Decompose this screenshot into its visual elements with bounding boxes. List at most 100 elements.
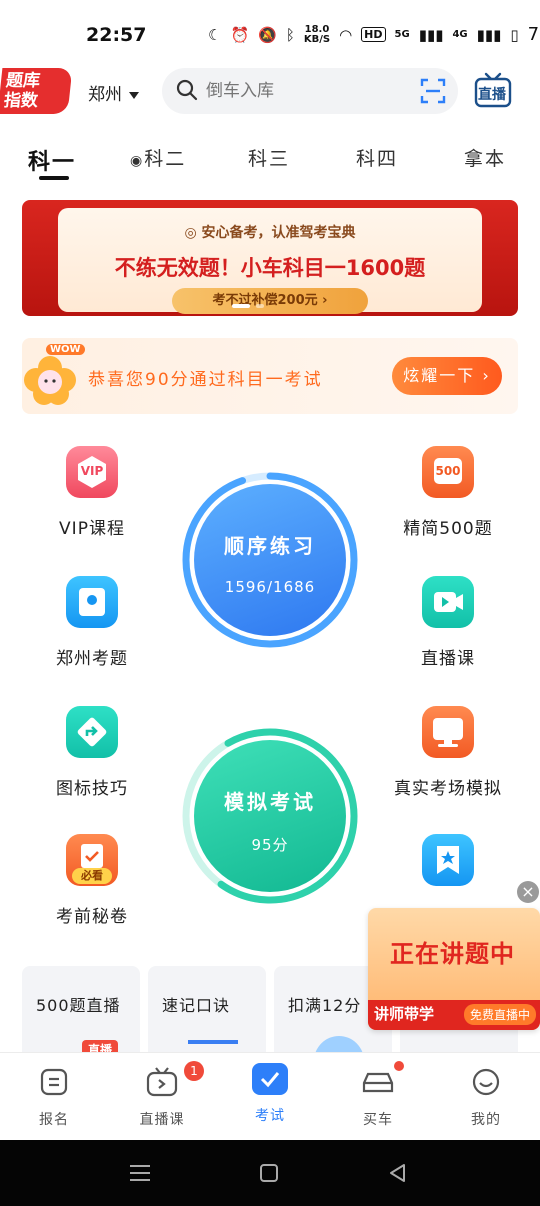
back-icon[interactable] — [388, 1163, 408, 1183]
signal-5g-icon: 5G — [394, 29, 410, 40]
signal-bars-icon: ▮▮▮ — [418, 25, 444, 44]
float-ad-headline: 正在讲题中 — [390, 940, 515, 968]
grid-item-label: VIP课程 — [59, 519, 125, 539]
buy-car-dot — [394, 1061, 404, 1071]
promo-banner[interactable]: ◎ 安心备考，认准驾考宝典 不练无效题！小车科目一1600题 考不过补偿200元… — [22, 200, 518, 316]
tab-get-license[interactable]: 拿本 — [464, 144, 506, 171]
nav-mine[interactable]: 我的 — [441, 1067, 531, 1129]
logo-line-2: 指数 — [2, 91, 40, 111]
nav-buy-car[interactable]: 买车 — [333, 1067, 423, 1129]
bluetooth-icon: ᛒ — [285, 25, 295, 44]
app-screen: 22:57 ☾ ⏰ 🔕 ᛒ 18.0 KB/S ◠ HD 5G ▮▮▮ 4G ▮▮… — [0, 0, 540, 1206]
blue-strip-decor — [188, 1040, 238, 1044]
congrats-text: 恭喜您90分通过科目一考试 — [88, 370, 323, 390]
grid-item-vip-course[interactable]: VIP VIP课程 — [32, 446, 152, 539]
nav-label: 直播课 — [139, 1112, 185, 1128]
live-label: 直播 — [478, 87, 506, 103]
nav-exam[interactable]: 考试 — [225, 1059, 315, 1125]
status-time: 22:57 — [86, 24, 147, 46]
caret-down-icon — [129, 91, 139, 99]
card-mnemonics[interactable]: 速记口诀 — [148, 966, 266, 1062]
mute-bell-icon: 🔕 — [258, 25, 277, 44]
moon-icon: ☾ — [208, 25, 222, 44]
flower-mascot-icon: WOW — [22, 344, 85, 406]
float-ad-right-tag: 免费直播中 — [463, 1004, 536, 1025]
page-dot — [256, 304, 264, 308]
question-index-logo[interactable]: 题库 指数 — [0, 68, 73, 114]
vip-icon: VIP — [66, 446, 118, 498]
practice-face: 顺序练习 1596/1686 — [194, 484, 346, 636]
menu-icon[interactable] — [129, 1164, 151, 1182]
grid-item-live-course[interactable]: 直播课 — [388, 576, 508, 669]
grid-item-500-questions[interactable]: 500 精简500题 — [388, 446, 508, 539]
eye-icon: ◉ — [130, 153, 145, 169]
practice-title: 顺序练习 — [224, 534, 316, 558]
banner-subtitle: ◎ 安心备考，认准驾考宝典 — [58, 222, 482, 242]
banner-subtitle-text: 安心备考，认准驾考宝典 — [201, 225, 356, 241]
video-icon — [434, 592, 463, 612]
tab-subject-2[interactable]: ◉科二 — [130, 144, 186, 171]
video-camera-icon — [422, 576, 474, 628]
search-bar[interactable] — [162, 68, 458, 114]
mock-exam-button[interactable]: 模拟考试 95分 — [182, 728, 358, 904]
battery-percent: 73% — [527, 24, 540, 45]
smile-icon — [472, 1068, 500, 1096]
grid-item-local-questions[interactable]: 郑州考题 — [32, 576, 152, 669]
diamond-arrow-icon — [77, 717, 107, 747]
car-icon — [362, 1072, 394, 1093]
bookmark-star-icon — [422, 834, 474, 886]
pin-icon — [79, 588, 105, 616]
tab-subject-3[interactable]: 科三 — [248, 144, 290, 171]
grid-item-label: 考前秘卷 — [56, 907, 128, 927]
show-off-button[interactable]: 炫耀一下 › — [392, 357, 502, 395]
nav-signup[interactable]: 报名 — [9, 1067, 99, 1129]
map-pin-icon — [66, 576, 118, 628]
grid-item-label: 精简500题 — [403, 519, 493, 539]
grid-item-real-exam-sim[interactable]: 真实考场模拟 — [388, 706, 508, 799]
grid-item-label: 郑州考题 — [56, 649, 128, 669]
battery-icon: ▯ — [510, 25, 519, 44]
net-speed-unit: KB/S — [303, 33, 331, 45]
city-selector[interactable]: 郑州 — [88, 80, 139, 105]
tab-subject-1[interactable]: 科一 — [28, 144, 76, 176]
grid-item-exam-secret[interactable]: 必看 考前秘卷 — [32, 834, 152, 927]
hd-icon: HD — [361, 27, 386, 42]
nav-label: 考试 — [255, 1108, 285, 1124]
card-500-live[interactable]: 500题直播 直播 — [22, 966, 140, 1062]
live-tv-button[interactable]: 直播 — [474, 72, 512, 108]
sequential-practice-button[interactable]: 顺序练习 1596/1686 — [182, 472, 358, 648]
nav-label: 报名 — [39, 1112, 69, 1128]
tab-subject-2-label: 科二 — [144, 148, 187, 170]
grid-item-label: 真实考场模拟 — [394, 779, 502, 799]
grid-item-sign-tips[interactable]: 图标技巧 — [32, 706, 152, 799]
card-title: 速记口诀 — [162, 996, 231, 1015]
float-ad-left-text: 讲师带学 — [374, 1005, 435, 1023]
road-sign-icon — [66, 706, 118, 758]
500-icon-text: 500 — [435, 464, 461, 478]
wifi-icon: ◠ — [339, 25, 353, 44]
scan-icon[interactable] — [420, 78, 446, 104]
screen-icon — [433, 718, 463, 747]
mock-face: 模拟考试 95分 — [194, 740, 346, 892]
grid-item-label: 直播课 — [421, 649, 475, 669]
mock-title: 模拟考试 — [224, 790, 316, 814]
city-label: 郑州 — [88, 85, 122, 105]
signal-4g-icon: 4G — [452, 29, 468, 40]
home-icon[interactable] — [259, 1163, 279, 1183]
500-icon: 500 — [422, 446, 474, 498]
tab-subject-4[interactable]: 科四 — [356, 144, 398, 171]
search-input[interactable] — [206, 78, 406, 104]
vip-icon-text: VIP — [80, 464, 104, 478]
page-dot-active — [232, 304, 250, 308]
tab-indicator — [39, 176, 69, 180]
live-lecture-float-ad[interactable]: 正在讲题中 讲师带学 免费直播中 — [368, 908, 540, 1030]
must-see-tag: 必看 — [72, 868, 112, 884]
grid-item-favorites[interactable] — [388, 834, 508, 902]
flower-icon — [24, 356, 76, 405]
wow-badge: WOW — [46, 344, 85, 355]
search-icon — [176, 79, 198, 101]
register-icon — [40, 1068, 68, 1096]
signal-bars-icon: ▮▮▮ — [476, 25, 502, 44]
banner-card: ◎ 安心备考，认准驾考宝典 不练无效题！小车科目一1600题 考不过补偿200元… — [58, 208, 482, 314]
float-ad-close-icon[interactable]: × — [517, 881, 539, 903]
